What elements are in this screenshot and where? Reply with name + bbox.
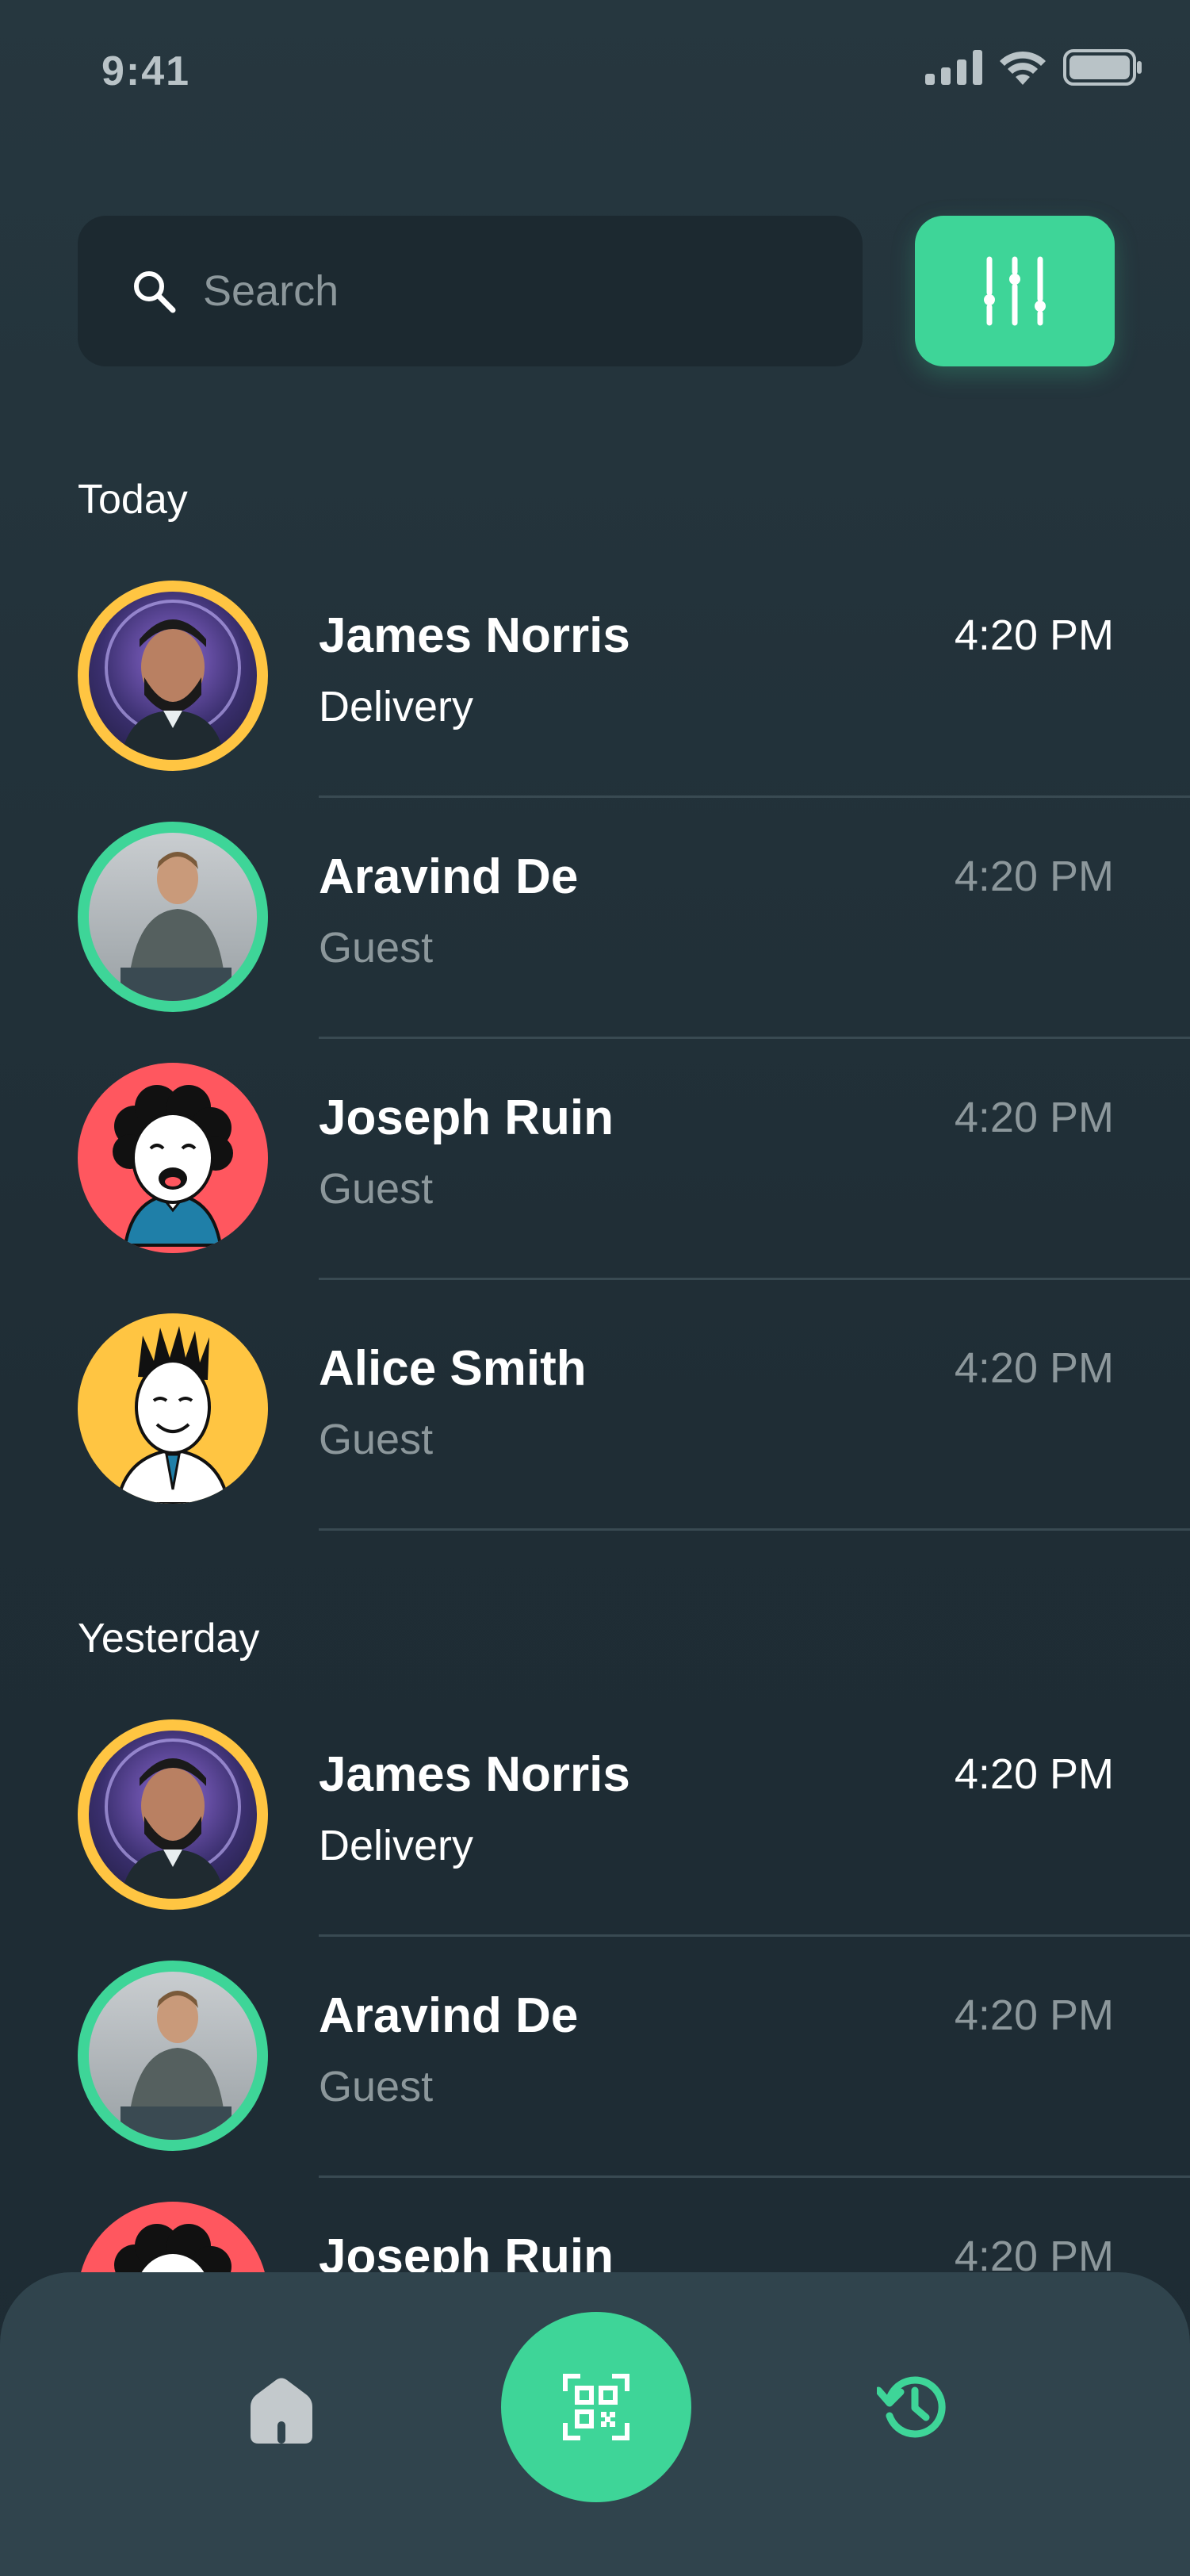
person-photo-icon [105, 1738, 241, 1899]
divider [319, 795, 1190, 798]
contact-name: Joseph Ruin [319, 2229, 614, 2272]
qr-scan-button[interactable] [501, 2312, 691, 2502]
cartoon-avatar-icon [114, 2224, 231, 2272]
contact-name: Aravind De [319, 849, 579, 904]
avatar [78, 1063, 268, 1253]
cartoon-avatar-icon [113, 1085, 233, 1247]
qr-scan-icon [563, 2374, 629, 2440]
list-item[interactable]: Alice Smith Guest 4:20 PM [0, 1313, 1190, 1553]
contact-time: 4:20 PM [954, 1991, 1114, 2039]
contact-role: Delivery [319, 683, 474, 730]
section-title-today: Today [78, 477, 188, 523]
contact-list: Today James Norris Delivery 4:20 PM Arav… [0, 0, 1190, 2272]
avatar [78, 1719, 268, 1910]
person-photo-icon [121, 1991, 231, 2140]
contact-time: 4:20 PM [954, 1750, 1114, 1798]
person-photo-icon [105, 600, 241, 760]
contact-role: Guest [319, 1416, 434, 1463]
avatar [78, 2202, 268, 2272]
avatar [78, 822, 268, 1012]
contact-time: 4:20 PM [954, 1344, 1114, 1392]
avatar [78, 581, 268, 771]
contact-name: Aravind De [319, 1988, 579, 2043]
contact-time: 4:20 PM [954, 853, 1114, 900]
divider [319, 1528, 1190, 1531]
contact-name: Joseph Ruin [319, 1091, 614, 1145]
list-item[interactable]: Aravind De Guest 4:20 PM [0, 1961, 1190, 2200]
divider [319, 1037, 1190, 1039]
list-item[interactable]: James Norris Delivery 4:20 PM [0, 581, 1190, 820]
contact-name: James Norris [319, 1747, 630, 1802]
section-title-yesterday: Yesterday [78, 1616, 260, 1662]
contact-time: 4:20 PM [954, 1094, 1114, 1141]
list-item[interactable]: Aravind De Guest 4:20 PM [0, 822, 1190, 1061]
home-icon[interactable] [246, 2375, 317, 2447]
contact-role: Guest [319, 924, 434, 972]
divider [319, 1278, 1190, 1280]
list-item[interactable]: James Norris Delivery 4:20 PM [0, 1719, 1190, 1959]
contact-name: Alice Smith [319, 1341, 587, 1396]
list-item[interactable]: Joseph Ruin Guest 4:20 PM [0, 1063, 1190, 1302]
contact-name: James Norris [319, 608, 630, 663]
divider [319, 2175, 1190, 2178]
cartoon-avatar-icon [115, 1326, 231, 1504]
avatar [78, 1313, 268, 1504]
contact-time: 4:20 PM [954, 611, 1114, 659]
bottom-nav [0, 2272, 1190, 2576]
person-photo-icon [121, 852, 231, 1001]
divider [319, 1934, 1190, 1937]
history-icon[interactable] [877, 2371, 948, 2443]
list-item[interactable]: Joseph Ruin Guest 4:20 PM [0, 2202, 1190, 2272]
avatar [78, 1961, 268, 2151]
contact-role: Guest [319, 2063, 434, 2110]
contact-role: Delivery [319, 1822, 474, 1869]
contact-time: 4:20 PM [954, 2233, 1114, 2272]
contact-role: Guest [319, 1165, 434, 1213]
